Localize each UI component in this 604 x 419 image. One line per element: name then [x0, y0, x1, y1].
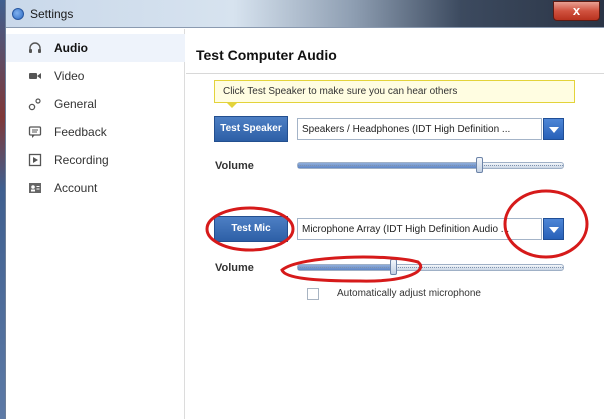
annotation-circle-mic-volume [280, 255, 423, 283]
annotation-circle-test-mic [205, 206, 295, 252]
annotation-circle-mic-dropdown [503, 189, 589, 259]
annotation-overlay [205, 189, 589, 283]
